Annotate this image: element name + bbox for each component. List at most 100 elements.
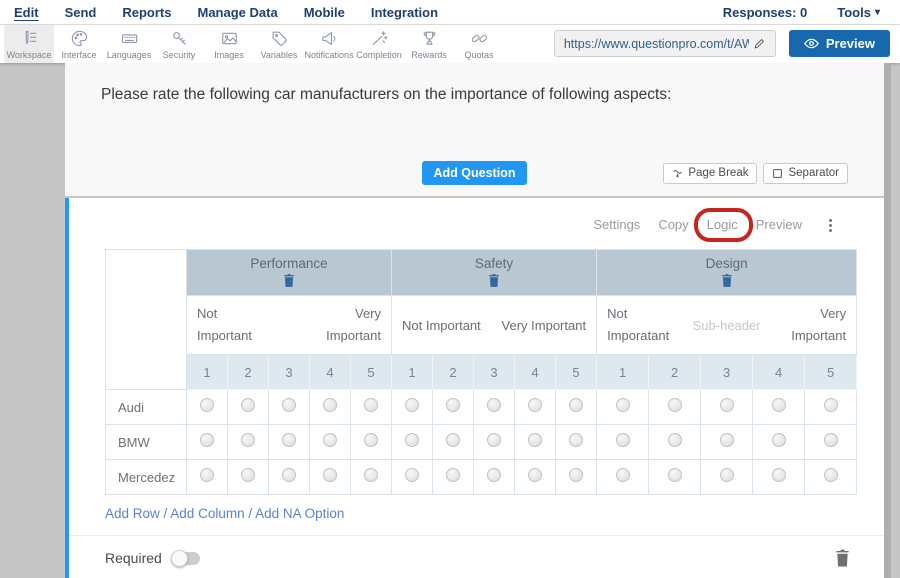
toolbar-workspace[interactable]: Workspace [4, 25, 54, 63]
radio-audi-performance-2[interactable] [241, 398, 255, 412]
radio-bmw-safety-1[interactable] [405, 433, 419, 447]
separator-button[interactable]: Separator [763, 163, 848, 184]
radio-mercedez-performance-1[interactable] [200, 468, 214, 482]
nav-integration[interactable]: Integration [371, 5, 438, 20]
question-tab-copy[interactable]: Copy [658, 216, 688, 234]
nav-send[interactable]: Send [65, 5, 97, 20]
radio-bmw-performance-1[interactable] [200, 433, 214, 447]
nav-mobile[interactable]: Mobile [304, 5, 345, 20]
edit-url-icon[interactable] [749, 37, 771, 50]
delete-column-group-icon[interactable] [721, 274, 733, 287]
separator-icon [772, 168, 783, 179]
radio-audi-safety-5[interactable] [569, 398, 583, 412]
radio-bmw-performance-2[interactable] [241, 433, 255, 447]
radio-audi-design-1[interactable] [616, 398, 630, 412]
radio-mercedez-design-3[interactable] [720, 468, 734, 482]
page-break-button[interactable]: Page Break [663, 163, 757, 184]
question-tab-settings[interactable]: Settings [593, 216, 640, 234]
link-add-column[interactable]: Add Column [170, 506, 244, 521]
question-title[interactable]: Please rate the following car manufactur… [101, 86, 848, 104]
required-label: Required [105, 550, 162, 566]
radio-bmw-design-1[interactable] [616, 433, 630, 447]
radio-audi-performance-4[interactable] [323, 398, 337, 412]
radio-mercedez-performance-5[interactable] [364, 468, 378, 482]
delete-column-group-icon[interactable] [488, 274, 500, 287]
toolbar-completion[interactable]: Completion [354, 25, 404, 63]
radio-bmw-performance-4[interactable] [323, 433, 337, 447]
survey-url-box[interactable]: https://www.questionpro.com/t/AW22ZcC [554, 30, 776, 57]
delete-question-icon[interactable] [835, 549, 850, 567]
radio-audi-safety-4[interactable] [528, 398, 542, 412]
radio-mercedez-design-2[interactable] [668, 468, 682, 482]
radio-bmw-performance-3[interactable] [282, 433, 296, 447]
nav-edit[interactable]: Edit [14, 5, 39, 20]
subheader-performance[interactable]: Not Important Very Important [187, 296, 392, 355]
radio-bmw-design-4[interactable] [772, 433, 786, 447]
link-add-row[interactable]: Add Row [105, 506, 160, 521]
question-tab-logic[interactable]: Logic [707, 216, 738, 234]
row-label-mercedez[interactable]: Mercedez [106, 460, 187, 495]
radio-mercedez-performance-4[interactable] [323, 468, 337, 482]
subheader-safety[interactable]: Not Important Very Important [392, 296, 597, 355]
radio-mercedez-safety-3[interactable] [487, 468, 501, 482]
subheader-design[interactable]: Not Imporatant Sub-header Very Important [597, 296, 857, 355]
radio-mercedez-safety-4[interactable] [528, 468, 542, 482]
preview-button[interactable]: Preview [789, 30, 890, 57]
chevron-down-icon: ▾ [875, 7, 880, 18]
nav-reports[interactable]: Reports [122, 5, 171, 20]
toolbar-interface[interactable]: Interface [54, 25, 104, 63]
link-add-na-option[interactable]: Add NA Option [255, 506, 344, 521]
radio-audi-safety-3[interactable] [487, 398, 501, 412]
toolbar-variables[interactable]: Variables [254, 25, 304, 63]
radio-audi-design-5[interactable] [824, 398, 838, 412]
radio-audi-safety-1[interactable] [405, 398, 419, 412]
nav-manage-data[interactable]: Manage Data [197, 5, 277, 20]
required-toggle[interactable] [173, 552, 200, 565]
radio-bmw-design-5[interactable] [824, 433, 838, 447]
row-label-bmw[interactable]: BMW [106, 425, 187, 460]
scale-value: 5 [805, 355, 857, 390]
toolbar-rewards[interactable]: Rewards [404, 25, 454, 63]
radio-audi-performance-5[interactable] [364, 398, 378, 412]
radio-bmw-safety-3[interactable] [487, 433, 501, 447]
radio-audi-design-2[interactable] [668, 398, 682, 412]
toolbar-quotas[interactable]: Quotas [454, 25, 504, 63]
radio-mercedez-safety-5[interactable] [569, 468, 583, 482]
radio-audi-design-4[interactable] [772, 398, 786, 412]
radio-audi-safety-2[interactable] [446, 398, 460, 412]
radio-mercedez-performance-3[interactable] [282, 468, 296, 482]
radio-bmw-performance-5[interactable] [364, 433, 378, 447]
column-group-performance[interactable]: Performance [187, 250, 392, 296]
subheader-placeholder[interactable]: Sub-header [693, 318, 761, 333]
column-group-safety[interactable]: Safety [392, 250, 597, 296]
vertical-scrollbar[interactable] [884, 63, 891, 578]
add-question-button[interactable]: Add Question [422, 161, 528, 185]
toolbar-security[interactable]: Security [154, 25, 204, 63]
scale-value: 4 [753, 355, 805, 390]
radio-bmw-design-3[interactable] [720, 433, 734, 447]
column-group-design[interactable]: Design [597, 250, 857, 296]
radio-bmw-safety-4[interactable] [528, 433, 542, 447]
radio-audi-performance-3[interactable] [282, 398, 296, 412]
toolbar-images[interactable]: Images [204, 25, 254, 63]
tools-menu[interactable]: Tools ▾ [837, 5, 880, 20]
radio-bmw-safety-2[interactable] [446, 433, 460, 447]
radio-audi-design-3[interactable] [720, 398, 734, 412]
radio-mercedez-performance-2[interactable] [241, 468, 255, 482]
more-options-icon[interactable] [822, 215, 838, 235]
radio-mercedez-safety-2[interactable] [446, 468, 460, 482]
radio-bmw-design-2[interactable] [668, 433, 682, 447]
radio-mercedez-design-5[interactable] [824, 468, 838, 482]
radio-mercedez-design-1[interactable] [616, 468, 630, 482]
toolbar-languages[interactable]: Languages [104, 25, 154, 63]
row-label-audi[interactable]: Audi [106, 390, 187, 425]
radio-bmw-safety-5[interactable] [569, 433, 583, 447]
radio-mercedez-safety-1[interactable] [405, 468, 419, 482]
toolbar-notifications[interactable]: Notifications [304, 25, 354, 63]
question-tab-preview[interactable]: Preview [756, 216, 802, 234]
delete-column-group-icon[interactable] [283, 274, 295, 287]
scale-value: 2 [649, 355, 701, 390]
radio-audi-performance-1[interactable] [200, 398, 214, 412]
scale-value: 2 [228, 355, 269, 390]
radio-mercedez-design-4[interactable] [772, 468, 786, 482]
